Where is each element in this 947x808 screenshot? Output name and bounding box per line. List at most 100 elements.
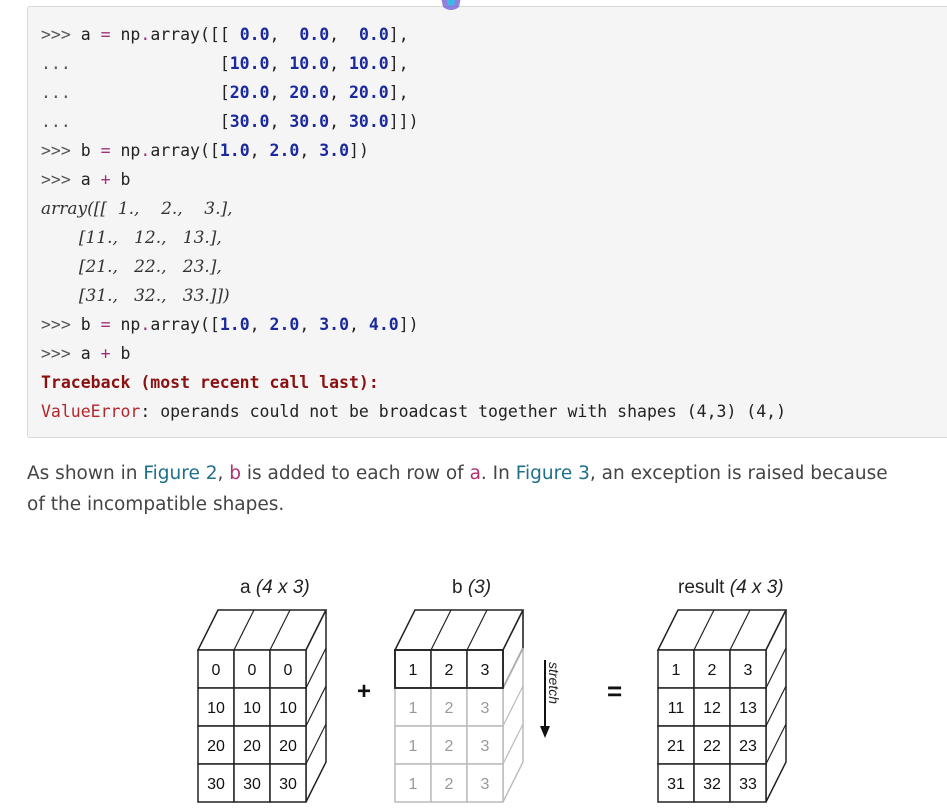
code-token-op: = — [100, 25, 111, 44]
code-token-name: array — [150, 25, 200, 44]
code-token-prompt: ... — [41, 112, 220, 131]
grid-cell-value: 30 — [279, 776, 297, 793]
code-line: [31., 32., 33.]]) — [41, 281, 230, 310]
grid-cell-value: 3 — [744, 662, 753, 679]
grid-cell-value: 0 — [248, 662, 257, 679]
array-b-title: b (3) — [452, 577, 491, 598]
code-token-name: b — [110, 344, 131, 363]
code-line: >>> b = np.array([1.0, 2.0, 3.0]) — [41, 136, 369, 165]
code-line: ... [20.0, 20.0, 20.0], — [41, 78, 409, 107]
code-token-punc: ([ — [199, 315, 220, 334]
code-token-op: = — [100, 315, 111, 334]
code-token-punc: , — [269, 25, 300, 44]
code-token-name: array — [150, 141, 200, 160]
grid-top-face — [393, 609, 525, 651]
code-token-punc: , — [329, 112, 349, 131]
code-token-name: a — [80, 344, 101, 363]
code-token-name: a — [80, 25, 101, 44]
code-token-punc: ([[ — [199, 25, 240, 44]
code-token-punc: [ — [219, 54, 230, 73]
grid-cell-value: 12 — [703, 700, 721, 717]
code-line: >>> a + b — [41, 165, 130, 194]
grid-cell-value: 3 — [481, 700, 490, 717]
code-token-punc: , — [249, 315, 270, 334]
code-line: [21., 22., 23.], — [41, 252, 222, 281]
code-line: >>> a = np.array([[ 0.0, 0.0, 0.0], — [41, 20, 409, 49]
grid-cell-value: 10 — [207, 700, 225, 717]
grid-cell-value: 1 — [409, 738, 418, 755]
code-token-punc: , — [299, 141, 320, 160]
code-token-punc: ], — [388, 83, 409, 102]
code-token-punc: , — [249, 141, 270, 160]
paragraph-text: , — [217, 463, 230, 484]
figure-2-link[interactable]: Figure 2 — [143, 463, 217, 484]
code-token-punc: [ — [219, 83, 230, 102]
paragraph-text: . In — [480, 463, 516, 484]
code-token-punc: ], — [388, 54, 409, 73]
code-token-num: 30.0 — [229, 112, 270, 131]
code-token-num: 0.0 — [299, 25, 330, 44]
stretch-label: stretch — [546, 662, 562, 704]
code-token-num: 10.0 — [289, 54, 330, 73]
grid-cell-value: 1 — [409, 776, 418, 793]
grid-cell-value: 3 — [481, 776, 490, 793]
code-token-name: np — [110, 25, 141, 44]
code-token-prompt: >>> — [41, 344, 81, 363]
grid-cell-value: 10 — [243, 700, 261, 717]
code-token-punc: , — [269, 83, 290, 102]
code-line: array([[ 1., 2., 3.], — [41, 194, 233, 223]
code-token-punc: , — [269, 54, 290, 73]
grid-cell-value: 2 — [445, 662, 454, 679]
stretch-arrow-head-icon — [540, 726, 550, 738]
figure-3-link[interactable]: Figure 3 — [516, 463, 590, 484]
code-token-num: 4.0 — [368, 315, 399, 334]
grid-cell-value: 11 — [668, 700, 685, 717]
equals-sign: = — [607, 676, 622, 706]
code-token-punc: ]]) — [388, 112, 419, 131]
grid-cell-value: 30 — [243, 776, 261, 793]
code-token-punc: , — [299, 315, 320, 334]
code-token-num: 20.0 — [349, 83, 389, 102]
grid-cell-value: 2 — [445, 738, 454, 755]
grid-cell-value: 13 — [739, 700, 757, 717]
code-token-name: b — [80, 315, 101, 334]
grid-cell-value: 2 — [445, 776, 454, 793]
copy-badge-icon[interactable] — [438, 0, 464, 13]
code-token-op: + — [100, 170, 111, 189]
code-token-tb: Traceback (most recent call last): — [41, 373, 379, 392]
code-token-out: [11., 12., 13.], — [41, 228, 222, 248]
code-token-num: 2.0 — [269, 315, 300, 334]
grid-cell-value: 20 — [279, 738, 297, 755]
grid-cell-value: 0 — [284, 662, 293, 679]
grid-cell-value: 2 — [708, 662, 717, 679]
result-grid: 1 2 311 12 1321 22 2331 32 33 — [656, 609, 788, 803]
code-token-prompt: >>> — [41, 141, 81, 160]
code-token-name: np — [110, 315, 141, 334]
code-token-punc: : operands could not be broadcast togeth… — [140, 402, 787, 421]
code-token-num: 20.0 — [289, 83, 330, 102]
grid-cell-value: 30 — [207, 776, 225, 793]
inline-code-b: b — [229, 463, 241, 484]
code-token-prompt: ... — [41, 54, 220, 73]
paragraph-text: As shown in — [27, 463, 144, 484]
code-token-name: np — [110, 141, 141, 160]
code-token-op: . — [140, 315, 151, 334]
array-b-grid: 1 2 3 1 2 3 1 2 3 1 2 3 — [393, 609, 525, 803]
code-token-prompt: ... — [41, 83, 220, 102]
code-line: [11., 12., 13.], — [41, 223, 222, 252]
code-token-num: 20.0 — [229, 83, 270, 102]
paragraph-text: is added to each row of — [241, 463, 470, 484]
stretch-indicator: stretch — [540, 660, 562, 738]
code-token-num: 10.0 — [349, 54, 389, 73]
grid-cell-value: 3 — [481, 662, 490, 679]
grid-cell-value: 1 — [409, 700, 418, 717]
grid-cell-value: 33 — [739, 776, 757, 793]
code-token-op: . — [140, 25, 151, 44]
code-token-out: array([[ 1., 2., 3.], — [41, 199, 233, 219]
grid-cell-value: 1 — [672, 662, 681, 679]
code-token-num: 3.0 — [319, 315, 350, 334]
inline-code-a: a — [469, 463, 481, 484]
code-token-num: 2.0 — [269, 141, 300, 160]
code-token-err: ValueError — [41, 402, 141, 421]
code-token-punc: ([ — [199, 141, 220, 160]
